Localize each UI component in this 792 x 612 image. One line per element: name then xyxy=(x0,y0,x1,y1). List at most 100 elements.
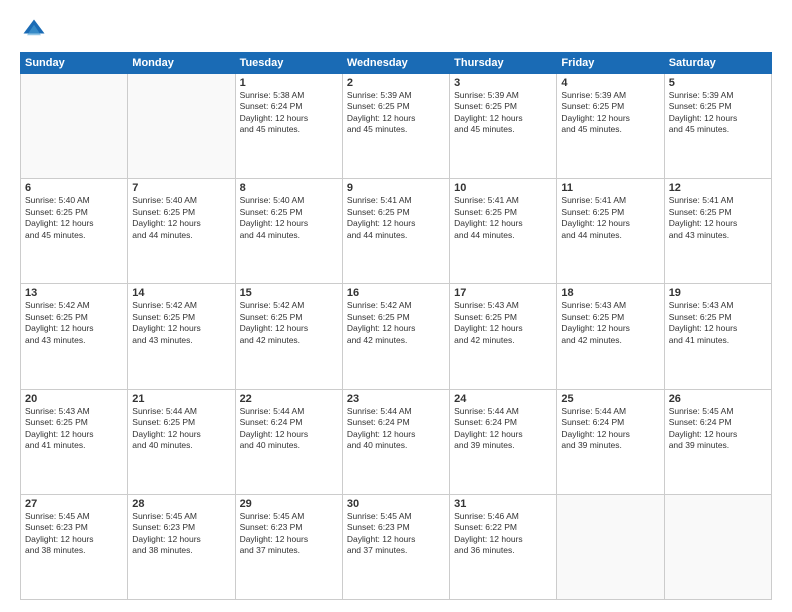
day-info: Sunrise: 5:40 AM Sunset: 6:25 PM Dayligh… xyxy=(132,195,230,241)
calendar-day-cell: 12Sunrise: 5:41 AM Sunset: 6:25 PM Dayli… xyxy=(664,179,771,284)
day-number: 22 xyxy=(240,393,338,405)
calendar-table: SundayMondayTuesdayWednesdayThursdayFrid… xyxy=(20,52,772,600)
day-info: Sunrise: 5:45 AM Sunset: 6:23 PM Dayligh… xyxy=(132,511,230,557)
header xyxy=(20,16,772,44)
logo-icon xyxy=(20,16,48,44)
day-info: Sunrise: 5:40 AM Sunset: 6:25 PM Dayligh… xyxy=(240,195,338,241)
logo xyxy=(20,16,52,44)
day-number: 21 xyxy=(132,393,230,405)
weekday-header: Wednesday xyxy=(342,53,449,74)
day-info: Sunrise: 5:41 AM Sunset: 6:25 PM Dayligh… xyxy=(669,195,767,241)
day-info: Sunrise: 5:44 AM Sunset: 6:25 PM Dayligh… xyxy=(132,406,230,452)
calendar-day-cell: 6Sunrise: 5:40 AM Sunset: 6:25 PM Daylig… xyxy=(21,179,128,284)
calendar-day-cell: 11Sunrise: 5:41 AM Sunset: 6:25 PM Dayli… xyxy=(557,179,664,284)
calendar-day-cell: 15Sunrise: 5:42 AM Sunset: 6:25 PM Dayli… xyxy=(235,284,342,389)
calendar-day-cell: 25Sunrise: 5:44 AM Sunset: 6:24 PM Dayli… xyxy=(557,389,664,494)
day-number: 10 xyxy=(454,182,552,194)
calendar-week-row: 27Sunrise: 5:45 AM Sunset: 6:23 PM Dayli… xyxy=(21,494,772,599)
day-number: 5 xyxy=(669,77,767,89)
day-info: Sunrise: 5:46 AM Sunset: 6:22 PM Dayligh… xyxy=(454,511,552,557)
day-number: 4 xyxy=(561,77,659,89)
day-number: 18 xyxy=(561,287,659,299)
calendar-day-cell: 9Sunrise: 5:41 AM Sunset: 6:25 PM Daylig… xyxy=(342,179,449,284)
day-number: 8 xyxy=(240,182,338,194)
calendar-day-cell: 1Sunrise: 5:38 AM Sunset: 6:24 PM Daylig… xyxy=(235,74,342,179)
day-number: 6 xyxy=(25,182,123,194)
day-info: Sunrise: 5:40 AM Sunset: 6:25 PM Dayligh… xyxy=(25,195,123,241)
calendar-day-cell: 5Sunrise: 5:39 AM Sunset: 6:25 PM Daylig… xyxy=(664,74,771,179)
calendar-day-cell: 28Sunrise: 5:45 AM Sunset: 6:23 PM Dayli… xyxy=(128,494,235,599)
day-info: Sunrise: 5:38 AM Sunset: 6:24 PM Dayligh… xyxy=(240,90,338,136)
day-number: 2 xyxy=(347,77,445,89)
day-number: 13 xyxy=(25,287,123,299)
calendar-day-cell xyxy=(128,74,235,179)
calendar-day-cell: 30Sunrise: 5:45 AM Sunset: 6:23 PM Dayli… xyxy=(342,494,449,599)
day-info: Sunrise: 5:39 AM Sunset: 6:25 PM Dayligh… xyxy=(669,90,767,136)
calendar-day-cell: 19Sunrise: 5:43 AM Sunset: 6:25 PM Dayli… xyxy=(664,284,771,389)
weekday-header: Thursday xyxy=(450,53,557,74)
calendar-day-cell: 17Sunrise: 5:43 AM Sunset: 6:25 PM Dayli… xyxy=(450,284,557,389)
calendar-day-cell: 14Sunrise: 5:42 AM Sunset: 6:25 PM Dayli… xyxy=(128,284,235,389)
day-info: Sunrise: 5:44 AM Sunset: 6:24 PM Dayligh… xyxy=(240,406,338,452)
page: SundayMondayTuesdayWednesdayThursdayFrid… xyxy=(0,0,792,612)
day-number: 27 xyxy=(25,498,123,510)
calendar-day-cell: 18Sunrise: 5:43 AM Sunset: 6:25 PM Dayli… xyxy=(557,284,664,389)
day-info: Sunrise: 5:43 AM Sunset: 6:25 PM Dayligh… xyxy=(669,300,767,346)
day-number: 9 xyxy=(347,182,445,194)
day-number: 16 xyxy=(347,287,445,299)
calendar-day-cell xyxy=(557,494,664,599)
day-info: Sunrise: 5:42 AM Sunset: 6:25 PM Dayligh… xyxy=(240,300,338,346)
day-info: Sunrise: 5:42 AM Sunset: 6:25 PM Dayligh… xyxy=(347,300,445,346)
day-info: Sunrise: 5:44 AM Sunset: 6:24 PM Dayligh… xyxy=(561,406,659,452)
day-number: 29 xyxy=(240,498,338,510)
day-info: Sunrise: 5:43 AM Sunset: 6:25 PM Dayligh… xyxy=(561,300,659,346)
day-info: Sunrise: 5:45 AM Sunset: 6:24 PM Dayligh… xyxy=(669,406,767,452)
day-number: 12 xyxy=(669,182,767,194)
day-info: Sunrise: 5:41 AM Sunset: 6:25 PM Dayligh… xyxy=(454,195,552,241)
calendar-week-row: 13Sunrise: 5:42 AM Sunset: 6:25 PM Dayli… xyxy=(21,284,772,389)
day-info: Sunrise: 5:45 AM Sunset: 6:23 PM Dayligh… xyxy=(240,511,338,557)
day-info: Sunrise: 5:39 AM Sunset: 6:25 PM Dayligh… xyxy=(454,90,552,136)
day-number: 25 xyxy=(561,393,659,405)
day-number: 14 xyxy=(132,287,230,299)
day-info: Sunrise: 5:45 AM Sunset: 6:23 PM Dayligh… xyxy=(25,511,123,557)
day-number: 23 xyxy=(347,393,445,405)
day-info: Sunrise: 5:42 AM Sunset: 6:25 PM Dayligh… xyxy=(25,300,123,346)
day-info: Sunrise: 5:43 AM Sunset: 6:25 PM Dayligh… xyxy=(25,406,123,452)
calendar-day-cell: 22Sunrise: 5:44 AM Sunset: 6:24 PM Dayli… xyxy=(235,389,342,494)
day-number: 7 xyxy=(132,182,230,194)
weekday-header: Monday xyxy=(128,53,235,74)
calendar-day-cell: 8Sunrise: 5:40 AM Sunset: 6:25 PM Daylig… xyxy=(235,179,342,284)
day-info: Sunrise: 5:44 AM Sunset: 6:24 PM Dayligh… xyxy=(347,406,445,452)
day-info: Sunrise: 5:42 AM Sunset: 6:25 PM Dayligh… xyxy=(132,300,230,346)
calendar-week-row: 1Sunrise: 5:38 AM Sunset: 6:24 PM Daylig… xyxy=(21,74,772,179)
day-number: 15 xyxy=(240,287,338,299)
weekday-header-row: SundayMondayTuesdayWednesdayThursdayFrid… xyxy=(21,53,772,74)
day-info: Sunrise: 5:39 AM Sunset: 6:25 PM Dayligh… xyxy=(561,90,659,136)
calendar-day-cell: 21Sunrise: 5:44 AM Sunset: 6:25 PM Dayli… xyxy=(128,389,235,494)
day-info: Sunrise: 5:44 AM Sunset: 6:24 PM Dayligh… xyxy=(454,406,552,452)
calendar-day-cell xyxy=(21,74,128,179)
weekday-header: Tuesday xyxy=(235,53,342,74)
calendar-day-cell: 29Sunrise: 5:45 AM Sunset: 6:23 PM Dayli… xyxy=(235,494,342,599)
day-number: 11 xyxy=(561,182,659,194)
calendar-day-cell: 10Sunrise: 5:41 AM Sunset: 6:25 PM Dayli… xyxy=(450,179,557,284)
weekday-header: Friday xyxy=(557,53,664,74)
calendar-day-cell: 24Sunrise: 5:44 AM Sunset: 6:24 PM Dayli… xyxy=(450,389,557,494)
day-number: 3 xyxy=(454,77,552,89)
calendar-day-cell: 27Sunrise: 5:45 AM Sunset: 6:23 PM Dayli… xyxy=(21,494,128,599)
calendar-week-row: 6Sunrise: 5:40 AM Sunset: 6:25 PM Daylig… xyxy=(21,179,772,284)
weekday-header: Saturday xyxy=(664,53,771,74)
day-number: 28 xyxy=(132,498,230,510)
calendar-day-cell: 31Sunrise: 5:46 AM Sunset: 6:22 PM Dayli… xyxy=(450,494,557,599)
calendar-day-cell: 7Sunrise: 5:40 AM Sunset: 6:25 PM Daylig… xyxy=(128,179,235,284)
day-number: 17 xyxy=(454,287,552,299)
weekday-header: Sunday xyxy=(21,53,128,74)
calendar-day-cell: 16Sunrise: 5:42 AM Sunset: 6:25 PM Dayli… xyxy=(342,284,449,389)
day-number: 30 xyxy=(347,498,445,510)
day-info: Sunrise: 5:41 AM Sunset: 6:25 PM Dayligh… xyxy=(561,195,659,241)
day-info: Sunrise: 5:45 AM Sunset: 6:23 PM Dayligh… xyxy=(347,511,445,557)
day-number: 19 xyxy=(669,287,767,299)
calendar-week-row: 20Sunrise: 5:43 AM Sunset: 6:25 PM Dayli… xyxy=(21,389,772,494)
calendar-day-cell: 20Sunrise: 5:43 AM Sunset: 6:25 PM Dayli… xyxy=(21,389,128,494)
